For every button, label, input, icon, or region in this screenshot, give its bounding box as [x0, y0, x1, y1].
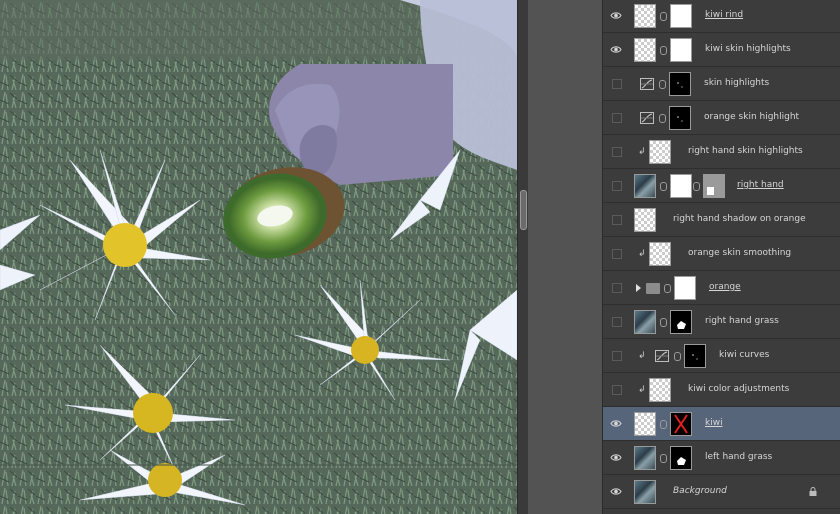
eye-icon[interactable] [610, 10, 622, 21]
visibility-toggle[interactable] [612, 317, 622, 327]
layer-thumbnail [634, 412, 656, 436]
layer-row[interactable]: ↲ kiwi color adjustments [603, 373, 840, 407]
canvas-image [0, 0, 517, 514]
chain-link-icon[interactable] [660, 46, 667, 55]
eye-icon[interactable] [610, 418, 622, 429]
chain-link-icon[interactable] [659, 114, 666, 123]
layer-name[interactable]: orange skin smoothing [688, 248, 791, 258]
chain-link-icon[interactable] [660, 318, 667, 327]
layer-thumbnail [634, 310, 656, 334]
layer-row[interactable]: right hand grass [603, 305, 840, 339]
layer-row[interactable]: kiwi skin highlights [603, 33, 840, 67]
layer-name[interactable]: right hand shadow on orange [673, 214, 806, 224]
layer-row[interactable]: skin highlights [603, 67, 840, 101]
layer-mask-thumbnail[interactable] [684, 344, 706, 368]
layer-thumbnail [634, 174, 656, 198]
workspace-gutter [528, 0, 602, 514]
clipping-arrow-icon: ↲ [638, 351, 646, 361]
layer-thumbnail [634, 38, 656, 62]
layer-mask-thumbnail[interactable] [670, 174, 692, 198]
layer-name[interactable]: right hand grass [705, 316, 779, 326]
curves-adjustment-icon [655, 350, 669, 362]
layer-name[interactable]: kiwi [705, 418, 723, 428]
visibility-toggle[interactable] [612, 181, 622, 191]
layer-name[interactable]: kiwi rind [705, 10, 743, 20]
clipping-arrow-icon: ↲ [638, 385, 646, 395]
chain-link-icon[interactable] [660, 182, 667, 191]
visibility-toggle[interactable] [612, 215, 622, 225]
visibility-toggle[interactable] [612, 79, 622, 89]
layer-mask-thumbnail[interactable] [670, 4, 692, 28]
visibility-toggle[interactable] [612, 113, 622, 123]
layer-row[interactable]: ↲ kiwi curves [603, 339, 840, 373]
vector-mask-thumbnail[interactable] [703, 174, 725, 198]
layer-row[interactable]: ↲ orange skin smoothing [603, 237, 840, 271]
chain-link-icon[interactable] [659, 80, 666, 89]
curves-adjustment-icon [640, 78, 654, 90]
chain-link-icon[interactable] [664, 284, 671, 293]
layer-row[interactable]: Background [603, 475, 840, 509]
layer-mask-thumbnail[interactable] [669, 106, 691, 130]
layer-mask-thumbnail[interactable] [670, 310, 692, 334]
layer-mask-thumbnail[interactable] [670, 412, 692, 436]
layer-name[interactable]: kiwi color adjustments [688, 384, 789, 394]
layer-thumbnail [634, 480, 656, 504]
expand-triangle-icon[interactable] [636, 284, 641, 292]
layer-name[interactable]: kiwi skin highlights [705, 44, 791, 54]
eye-icon[interactable] [610, 44, 622, 55]
visibility-toggle[interactable] [612, 385, 622, 395]
chain-link-icon[interactable] [660, 420, 667, 429]
clipping-arrow-icon: ↲ [638, 249, 646, 259]
chain-link-icon[interactable] [660, 454, 667, 463]
visibility-toggle[interactable] [612, 351, 622, 361]
scrollbar-thumb[interactable] [520, 190, 527, 230]
layer-row[interactable]: kiwi rind [603, 0, 840, 33]
curves-adjustment-icon [640, 112, 654, 124]
layer-thumbnail [649, 242, 671, 266]
chain-link-icon[interactable] [693, 182, 700, 191]
visibility-toggle[interactable] [612, 249, 622, 259]
layer-thumbnail [634, 208, 656, 232]
visibility-toggle[interactable] [612, 147, 622, 157]
layer-thumbnail [649, 140, 671, 164]
layers-panel: kiwi rind kiwi skin highlights skin highli… [602, 0, 840, 514]
eye-icon[interactable] [610, 486, 622, 497]
layer-row[interactable]: orange [603, 271, 840, 305]
layer-row[interactable]: right hand shadow on orange [603, 203, 840, 237]
layer-thumbnail [649, 378, 671, 402]
layer-mask-thumbnail[interactable] [670, 446, 692, 470]
clipping-arrow-icon: ↲ [638, 147, 646, 157]
lock-icon [809, 487, 817, 496]
chain-link-icon[interactable] [674, 352, 681, 361]
layer-mask-thumbnail[interactable] [669, 72, 691, 96]
layer-mask-thumbnail[interactable] [674, 276, 696, 300]
folder-icon [646, 283, 660, 294]
layer-name[interactable]: orange [709, 282, 741, 292]
layer-row[interactable]: orange skin highlight [603, 101, 840, 135]
layer-mask-thumbnail[interactable] [670, 38, 692, 62]
layer-row[interactable]: ↲ right hand skin highlights [603, 135, 840, 169]
visibility-toggle[interactable] [612, 283, 622, 293]
layer-name[interactable]: Background [673, 486, 727, 496]
chain-link-icon[interactable] [660, 12, 667, 21]
eye-icon[interactable] [610, 452, 622, 463]
layer-name[interactable]: kiwi curves [719, 350, 769, 360]
layer-row[interactable]: right hand [603, 169, 840, 203]
layer-name[interactable]: right hand [737, 180, 784, 190]
layer-thumbnail [634, 4, 656, 28]
layer-name[interactable]: left hand grass [705, 452, 772, 462]
layer-name[interactable]: right hand skin highlights [688, 146, 803, 156]
layer-name[interactable]: orange skin highlight [704, 112, 799, 122]
layer-row[interactable]: left hand grass [603, 441, 840, 475]
layer-name[interactable]: skin highlights [704, 78, 769, 88]
document-canvas[interactable] [0, 0, 517, 514]
layer-thumbnail [634, 446, 656, 470]
layer-row[interactable]: kiwi [603, 407, 840, 441]
